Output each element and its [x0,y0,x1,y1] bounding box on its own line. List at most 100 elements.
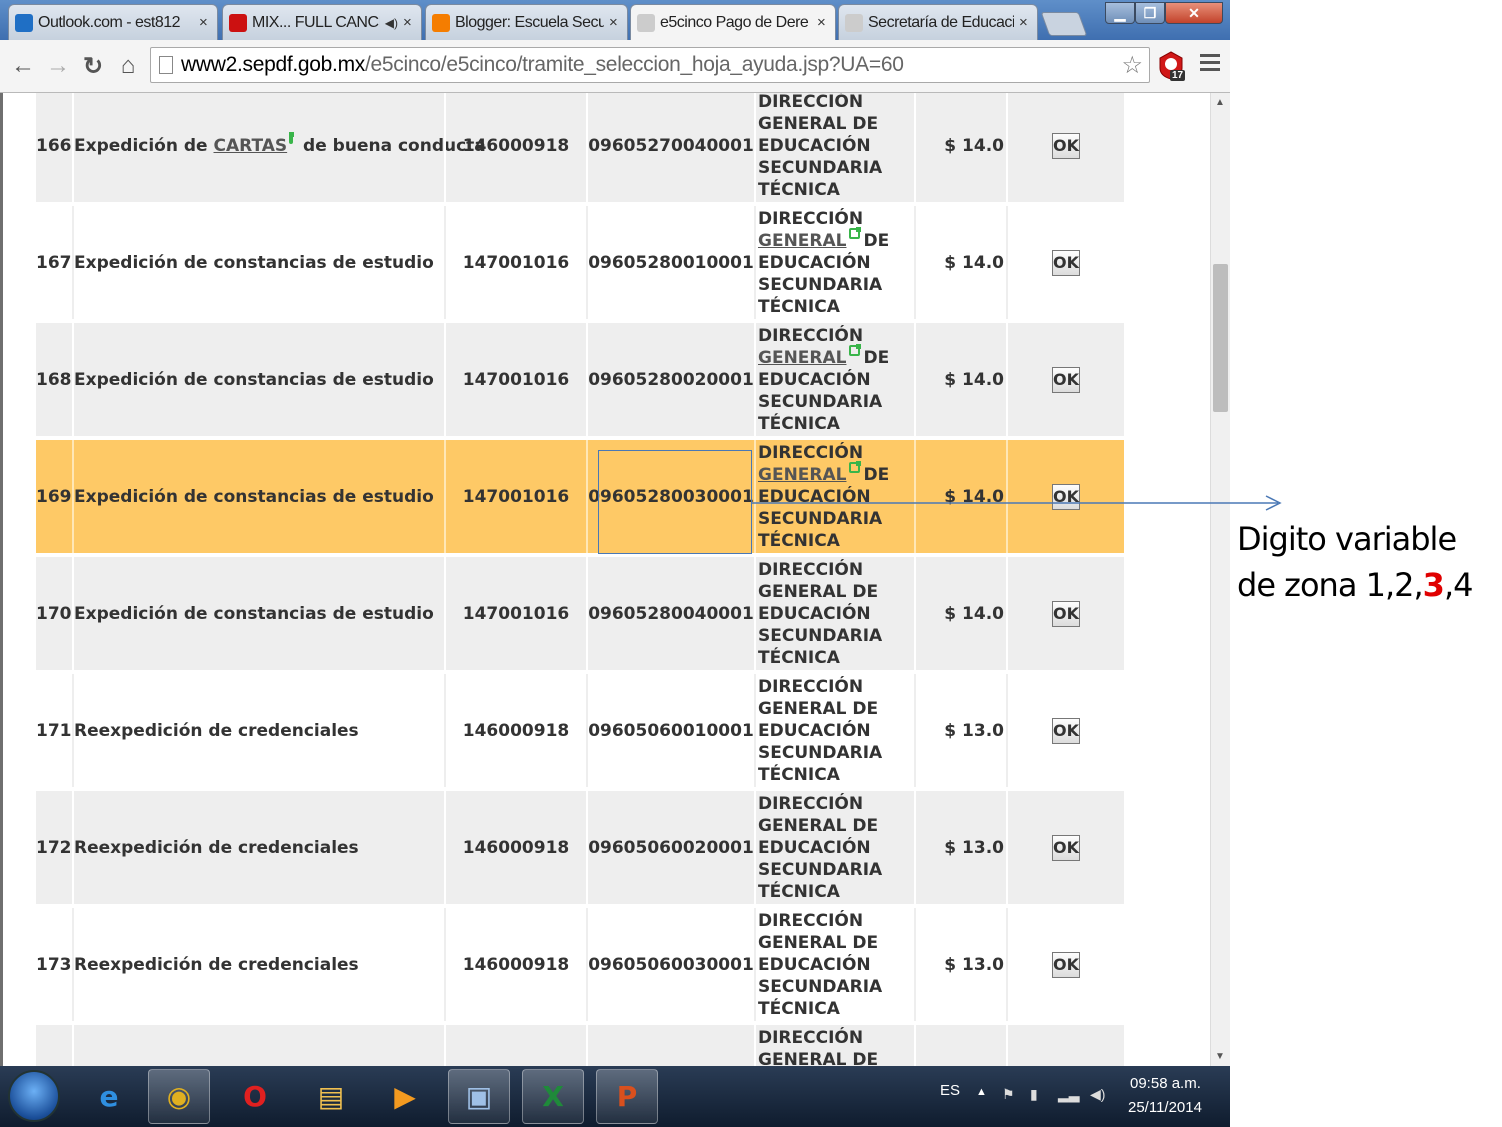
media-player-icon[interactable]: ▶ [374,1069,436,1124]
reference-number: 09605060010001 [588,720,754,741]
file-explorer-icon[interactable]: ▤ [300,1069,362,1124]
network-icon[interactable]: ▂▃ [1058,1086,1080,1102]
show-hidden-icons[interactable]: ▲ [976,1086,987,1098]
tramite-code: 147001016 [462,252,570,273]
ok-button[interactable]: OK [1052,834,1080,861]
ok-button[interactable]: OK [1052,951,1080,978]
address-bar[interactable]: www2.sepdf.gob.mx/e5cinco/e5cinco/tramit… [150,47,1150,83]
tab-1[interactable]: MIX... FULL CANCI ◀) × [222,4,422,40]
close-tab-icon[interactable]: × [403,14,415,31]
reference-number: 09605060040001 [588,1025,754,1066]
dependency-line: TÉCNICA [758,881,840,902]
page-icon [845,13,863,32]
chrome-icon[interactable]: ◉ [148,1069,210,1124]
column-separator [72,93,74,202]
forward-icon[interactable]: → [45,52,71,79]
remote-desktop-icon[interactable]: ▣ [448,1069,510,1124]
youtube-icon [229,13,247,32]
column-separator [914,908,916,1021]
tramite-code: 146000918 [446,1025,586,1066]
tramite-description: Reexpedición de credenciales [74,720,359,741]
dependency-link[interactable]: GENERAL [758,465,847,485]
volume-icon[interactable]: ◀) [1090,1086,1106,1102]
dependency-line: DIRECCIÓN [758,793,864,814]
dependency-link[interactable]: GENERAL [758,348,847,368]
column-separator [1006,674,1008,787]
menu-icon[interactable] [1200,54,1220,75]
tab-0[interactable]: Outlook.com - est812 × [8,4,218,40]
ok-button[interactable]: OK [1052,717,1080,744]
column-separator [754,440,756,553]
row-number: 169 [36,486,72,507]
table-row: 167 Expedición de constancias de estudio 1… [36,206,1124,319]
column-separator [754,93,756,202]
external-link-icon[interactable] [848,226,861,239]
close-window-button[interactable]: ✕ [1165,2,1223,24]
dependency-line: TÉCNICA [758,179,840,200]
amount: $ 14.0 [944,252,1004,273]
scrollbar-thumb[interactable] [1213,264,1228,412]
internet-explorer-icon[interactable]: e [78,1069,140,1124]
excel-icon[interactable]: X [522,1069,584,1124]
minimize-button[interactable]: ▁ [1105,2,1135,24]
ok-button[interactable]: OK [1052,132,1080,159]
powerpoint-icon[interactable]: P [596,1069,658,1124]
tramite-code: 147001016 [462,603,570,624]
close-tab-icon[interactable]: × [199,14,211,31]
bookmark-star-icon[interactable]: ☆ [1121,51,1143,80]
scroll-down-icon[interactable]: ▼ [1215,1051,1225,1062]
audio-playing-icon: ◀) [384,15,398,30]
tab-2[interactable]: Blogger: Escuela Secun × [425,4,628,40]
row-number: 171 [36,720,72,741]
column-separator [444,557,446,670]
external-link-icon[interactable] [848,343,861,356]
vertical-scrollbar[interactable]: ▲ ▼ [1210,93,1230,1066]
ok-button[interactable]: OK [1052,366,1080,393]
language-indicator[interactable]: ES [940,1082,960,1099]
clock-time[interactable]: 09:58 a.m. [1130,1075,1201,1092]
column-separator [72,908,74,1021]
back-icon[interactable]: ← [10,52,36,79]
column-separator [1006,206,1008,319]
external-link-icon[interactable] [289,132,295,144]
column-separator [586,674,588,787]
column-separator [586,557,588,670]
reload-icon[interactable]: ↻ [80,53,106,80]
column-separator [444,674,446,787]
tab-4[interactable]: Secretaría de Educació × [838,4,1038,40]
reference-highlight-box [598,450,752,554]
dependency-line: GENERAL DE [758,343,914,369]
dependency-line: DIRECCIÓN [758,208,864,229]
scroll-up-icon[interactable]: ▲ [1215,97,1225,108]
clock-date[interactable]: 25/11/2014 [1128,1099,1202,1116]
column-separator [444,791,446,904]
new-tab-button[interactable] [1040,12,1088,36]
ok-button[interactable]: OK [1052,600,1080,627]
opera-icon[interactable]: O [224,1069,286,1124]
ok-button[interactable]: OK [1052,249,1080,276]
dependency-link[interactable]: GENERAL [758,231,847,251]
column-separator [754,323,756,436]
ok-button-cell: OK [1008,323,1124,436]
maximize-button[interactable]: ❐ [1135,2,1165,24]
ok-button[interactable]: OK [1052,483,1080,510]
close-tab-icon[interactable]: × [1019,14,1031,31]
external-link-icon[interactable] [848,460,861,473]
home-icon[interactable]: ⌂ [115,52,141,79]
column-separator [1006,323,1008,436]
ok-button-cell: OK [1008,557,1124,670]
close-tab-icon[interactable]: × [609,14,621,31]
tab-title: e5cinco Pago de Dere [660,13,809,31]
tab-title: Secretaría de Educació [868,13,1014,31]
start-button[interactable] [8,1070,60,1122]
tramite-code: 147001016 [462,369,570,390]
dependency-text: DE [863,347,890,368]
url-host: www2.sepdf.gob.mx [181,53,365,76]
table-row: 170 Expedición de constancias de estudio 1… [36,557,1124,670]
tab-3[interactable]: e5cinco Pago de Dere × [630,4,836,40]
close-tab-icon[interactable]: × [817,14,829,31]
tab-strip: Outlook.com - est812 × MIX... FULL CANCI ◀)… [0,0,1230,40]
description-link[interactable]: CARTAS [214,136,288,156]
action-center-icon[interactable]: ⚑ [1002,1086,1018,1102]
power-icon[interactable]: ▮ [1030,1086,1046,1102]
